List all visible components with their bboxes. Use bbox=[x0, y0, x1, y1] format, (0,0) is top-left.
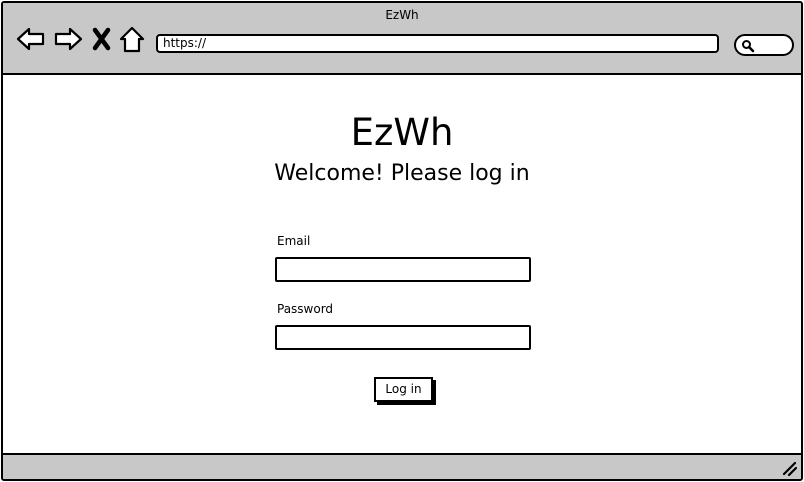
search-icon bbox=[742, 40, 755, 53]
status-bar bbox=[3, 453, 801, 479]
home-icon[interactable] bbox=[119, 25, 145, 53]
password-label: Password bbox=[277, 302, 334, 316]
address-bar[interactable]: https:// bbox=[156, 34, 719, 53]
window-title: EzWh bbox=[385, 8, 419, 22]
password-field[interactable] bbox=[275, 325, 531, 350]
browser-window: EzWh https:// EzWh Welcome! Please log i… bbox=[1, 1, 803, 481]
email-field[interactable] bbox=[275, 257, 531, 282]
email-label: Email bbox=[277, 234, 311, 248]
close-x-icon[interactable] bbox=[91, 25, 113, 53]
app-title: EzWh bbox=[350, 111, 454, 154]
login-button[interactable]: Log in bbox=[374, 377, 433, 402]
welcome-heading: Welcome! Please log in bbox=[274, 161, 530, 186]
back-arrow-icon[interactable] bbox=[16, 25, 46, 53]
forward-arrow-icon[interactable] bbox=[53, 25, 83, 53]
resize-grip-icon[interactable] bbox=[781, 460, 797, 476]
page-content: EzWh Welcome! Please log in Email Passwo… bbox=[3, 75, 801, 455]
browser-toolbar: EzWh https:// bbox=[3, 3, 801, 75]
browser-search-box[interactable] bbox=[734, 34, 794, 56]
